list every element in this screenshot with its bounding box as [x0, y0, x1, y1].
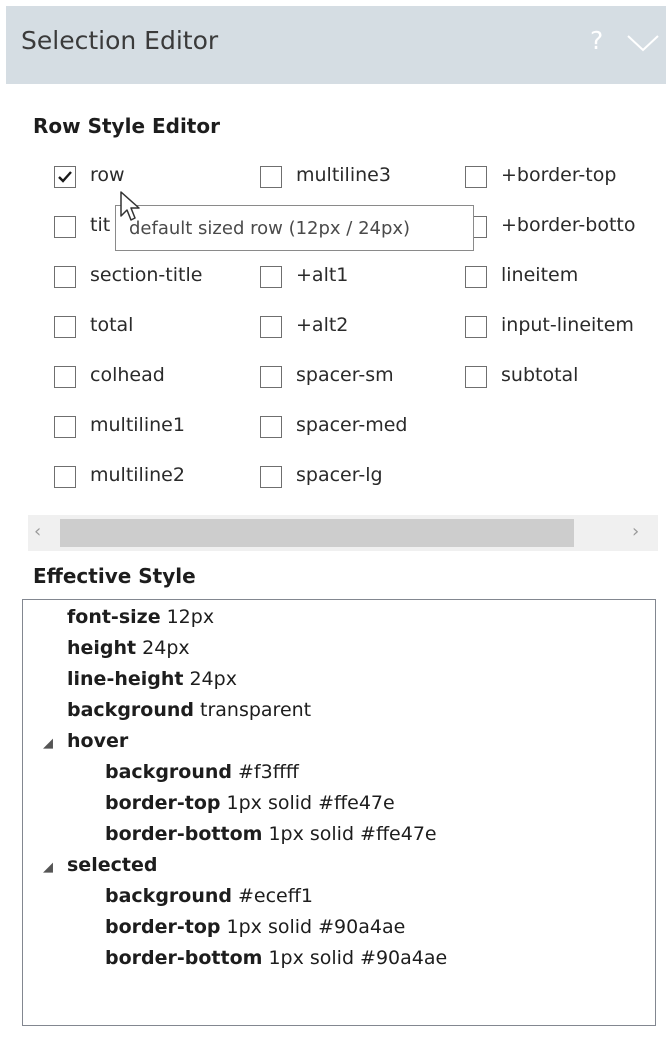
checkbox-total[interactable]: total	[54, 314, 224, 344]
checkbox-box[interactable]	[465, 366, 487, 388]
panel-header: Selection Editor ?	[6, 6, 666, 84]
checkbox-border-bottom[interactable]: +border-botto	[465, 214, 653, 244]
expanded-triangle-icon[interactable]: ◢	[43, 736, 53, 751]
style-group-selected[interactable]: selected	[67, 854, 157, 876]
effective-style-tree[interactable]: font-size 12px height 24px line-height 24px…	[22, 599, 656, 1026]
expanded-triangle-icon[interactable]: ◢	[43, 860, 53, 875]
checkbox-spacer-sm[interactable]: spacer-sm	[260, 364, 440, 394]
checkbox-box[interactable]	[260, 416, 282, 438]
checkbox-label: multiline1	[90, 414, 185, 436]
style-prop: border-bottom 1px solid #90a4ae	[105, 947, 448, 969]
style-prop: line-height 24px	[67, 668, 237, 690]
style-prop: border-top 1px solid #90a4ae	[105, 916, 406, 938]
style-prop: font-size 12px	[67, 606, 215, 628]
checkbox-label: section-title	[90, 264, 203, 286]
checkbox-label: spacer-lg	[296, 464, 383, 486]
checkbox-lineitem[interactable]: lineitem	[465, 264, 661, 294]
style-prop: height 24px	[67, 637, 190, 659]
checkbox-section-title[interactable]: section-title	[54, 264, 234, 294]
checkbox-box[interactable]	[260, 166, 282, 188]
checkbox-box[interactable]	[54, 266, 76, 288]
checkbox-box[interactable]	[260, 366, 282, 388]
checkbox-border-top[interactable]: +border-top	[465, 164, 661, 194]
checkbox-box[interactable]	[260, 266, 282, 288]
checkbox-label: row	[90, 164, 125, 186]
checkbox-input-lineitem[interactable]: input-lineitem	[465, 314, 661, 344]
checkbox-multiline1[interactable]: multiline1	[54, 414, 224, 444]
checkbox-colhead[interactable]: colhead	[54, 364, 224, 394]
checkbox-alt2[interactable]: +alt2	[260, 314, 440, 344]
checkbox-label: multiline2	[90, 464, 185, 486]
checkbox-label: multiline3	[296, 164, 391, 186]
checkbox-box[interactable]	[465, 166, 487, 188]
checkbox-box[interactable]	[465, 316, 487, 338]
checkbox-label: spacer-med	[296, 414, 408, 436]
checkbox-subtotal[interactable]: subtotal	[465, 364, 661, 394]
checkbox-box[interactable]	[54, 216, 76, 238]
checkmark-icon	[58, 171, 72, 183]
style-prop: background #f3ffff	[105, 761, 299, 783]
style-group-hover[interactable]: hover	[67, 730, 128, 752]
checkbox-box[interactable]	[54, 366, 76, 388]
row-style-editor-heading: Row Style Editor	[33, 114, 220, 138]
help-icon[interactable]: ?	[590, 26, 603, 55]
checkbox-box[interactable]	[54, 466, 76, 488]
checkbox-box[interactable]	[465, 266, 487, 288]
style-prop: background #eceff1	[105, 885, 313, 907]
horizontal-scrollbar[interactable]: ‹ ›	[28, 515, 658, 551]
scroll-right-icon[interactable]: ›	[632, 521, 639, 542]
effective-style-heading: Effective Style	[33, 564, 196, 588]
selection-editor-panel: Selection Editor ? Row Style Editor row …	[6, 6, 666, 1042]
checkbox-box[interactable]	[54, 316, 76, 338]
checkbox-label: spacer-sm	[296, 364, 394, 386]
checkbox-spacer-med[interactable]: spacer-med	[260, 414, 440, 444]
checkbox-label: input-lineitem	[501, 314, 634, 336]
checkbox-label: +alt2	[296, 314, 349, 336]
chevron-down-icon[interactable]	[626, 30, 660, 56]
checkbox-box[interactable]	[260, 466, 282, 488]
style-prop: border-bottom 1px solid #ffe47e	[105, 823, 437, 845]
scrollbar-thumb[interactable]	[60, 519, 574, 547]
checkbox-alt1[interactable]: +alt1	[260, 264, 440, 294]
checkbox-spacer-lg[interactable]: spacer-lg	[260, 464, 440, 494]
checkbox-multiline2[interactable]: multiline2	[54, 464, 224, 494]
checkbox-multiline3[interactable]: multiline3	[260, 164, 440, 194]
checkbox-label: +border-botto	[501, 214, 636, 236]
checkbox-label: total	[90, 314, 134, 336]
checkbox-label: tit	[90, 214, 111, 236]
panel-title: Selection Editor	[21, 26, 219, 55]
checkbox-box[interactable]	[54, 416, 76, 438]
tooltip-text: default sized row (12px / 24px)	[129, 218, 411, 239]
checkbox-box[interactable]	[54, 166, 76, 188]
checkbox-label: subtotal	[501, 364, 579, 386]
scroll-left-icon[interactable]: ‹	[34, 521, 41, 542]
tooltip: default sized row (12px / 24px)	[115, 205, 474, 251]
checkbox-label: +alt1	[296, 264, 349, 286]
checkbox-label: lineitem	[501, 264, 579, 286]
checkbox-box[interactable]	[260, 316, 282, 338]
mouse-pointer-icon	[120, 191, 140, 221]
style-prop: border-top 1px solid #ffe47e	[105, 792, 395, 814]
style-prop: background transparent	[67, 699, 312, 721]
checkbox-label: +border-top	[501, 164, 617, 186]
checkbox-label: colhead	[90, 364, 165, 386]
